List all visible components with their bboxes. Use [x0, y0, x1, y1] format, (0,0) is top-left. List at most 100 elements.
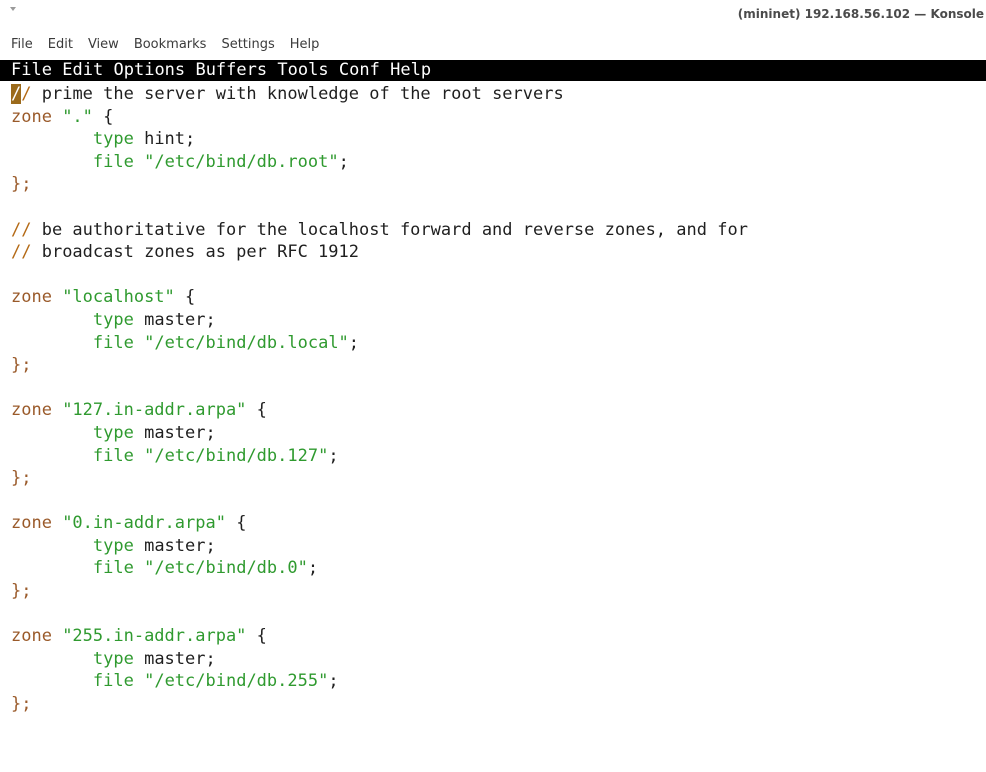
code-token: ; [348, 332, 360, 353]
code-token: ; [307, 558, 319, 579]
editor-line: zone "0.in-addr.arpa" { [11, 512, 748, 535]
code-token: { [246, 400, 267, 421]
code-token: "/etc/bind/db.0" [144, 558, 308, 579]
konsole-menu-settings[interactable]: Settings [221, 37, 274, 52]
konsole-menu-bookmarks[interactable]: Bookmarks [134, 37, 207, 52]
editor-line: zone "." { [11, 106, 748, 129]
konsole-menu-help[interactable]: Help [290, 37, 320, 52]
code-token: "." [62, 106, 93, 127]
editor-line: // prime the server with knowledge of th… [11, 83, 748, 106]
code-token: file [92, 332, 134, 353]
editor-line: // be authoritative for the localhost fo… [11, 219, 748, 242]
editor-line: type master; [11, 422, 748, 445]
editor-buffer[interactable]: // prime the server with knowledge of th… [11, 83, 748, 716]
code-token: // [11, 219, 32, 240]
editor-line: file "/etc/bind/db.127"; [11, 445, 748, 468]
editor-line: file "/etc/bind/db.root"; [11, 151, 748, 174]
code-token: "0.in-addr.arpa" [62, 513, 226, 534]
code-token: zone [11, 513, 63, 534]
code-token: type [92, 535, 134, 556]
code-token: "/etc/bind/db.127" [144, 445, 329, 466]
code-token: zone [11, 626, 63, 647]
window-menu-arrow-icon[interactable] [10, 7, 16, 11]
emacs-menu-help[interactable]: Help [390, 60, 431, 81]
konsole-menu-view[interactable]: View [88, 37, 119, 52]
code-token: { [225, 513, 247, 534]
code-token: { [92, 106, 114, 127]
emacs-menu-buffers[interactable]: Buffers [195, 60, 267, 81]
code-token: master; [133, 309, 216, 330]
emacs-menu-tools[interactable]: Tools [277, 60, 328, 81]
code-token: broadcast zones as per RFC 1912 [31, 242, 359, 263]
code-token: type [92, 422, 134, 443]
editor-line: // broadcast zones as per RFC 1912 [11, 241, 748, 264]
code-token: type [92, 648, 134, 669]
code-token: "/etc/bind/db.local" [144, 332, 349, 353]
code-token: "127.in-addr.arpa" [62, 400, 247, 421]
konsole-window: (mininet) 192.168.56.102 — Konsole File … [0, 0, 986, 772]
editor-line: type master; [11, 535, 748, 558]
editor-line: }; [11, 467, 748, 490]
konsole-menubar: File Edit View Bookmarks Settings Help [0, 29, 986, 59]
editor-line: zone "localhost" { [11, 286, 748, 309]
code-token: zone [11, 400, 63, 421]
text-cursor: / [11, 84, 22, 104]
code-token: file [92, 445, 134, 466]
code-token: zone [11, 106, 63, 127]
editor-line: type hint; [11, 128, 748, 151]
editor-line: }; [11, 580, 748, 603]
code-token: "/etc/bind/db.root" [144, 151, 339, 172]
editor-line: zone "255.in-addr.arpa" { [11, 625, 748, 648]
code-token: "/etc/bind/db.255" [144, 671, 329, 692]
code-token: file [92, 558, 134, 579]
konsole-menu-file[interactable]: File [11, 37, 33, 52]
editor-line: file "/etc/bind/db.255"; [11, 670, 748, 693]
editor-line: type master; [11, 309, 748, 332]
code-token: }; [11, 581, 32, 602]
emacs-menu-edit[interactable]: Edit [62, 60, 103, 81]
window-title: (mininet) 192.168.56.102 — Konsole [737, 7, 984, 21]
konsole-menu-edit[interactable]: Edit [48, 37, 73, 52]
code-token: }; [11, 355, 32, 376]
code-token: "255.in-addr.arpa" [62, 626, 247, 647]
editor-line: file "/etc/bind/db.0"; [11, 557, 748, 580]
code-token: master; [133, 422, 216, 443]
code-token: ; [338, 151, 349, 172]
editor-line: zone "127.in-addr.arpa" { [11, 399, 748, 422]
code-token: zone [11, 287, 63, 308]
code-token: be authoritative for the localhost forwa… [31, 219, 748, 240]
terminal-area[interactable]: File Edit Options Buffers Tools Conf Hel… [0, 60, 986, 772]
emacs-menubar: File Edit Options Buffers Tools Conf Hel… [0, 60, 986, 81]
emacs-menu-file[interactable]: File [11, 60, 52, 81]
title-bar[interactable]: (mininet) 192.168.56.102 — Konsole [0, 0, 986, 29]
code-token: }; [11, 694, 32, 715]
code-token: master; [133, 648, 216, 669]
editor-line: }; [11, 693, 748, 716]
code-token: ; [328, 445, 339, 466]
emacs-menu-conf[interactable]: Conf [339, 60, 380, 81]
code-token: prime the server with knowledge of the r… [31, 84, 564, 104]
code-token: // [11, 242, 32, 263]
code-token: { [174, 287, 196, 308]
code-token: / [21, 84, 32, 104]
editor-line: }; [11, 173, 748, 196]
code-token: ; [328, 671, 339, 692]
code-token: }; [11, 174, 32, 195]
editor-line: type master; [11, 648, 748, 671]
emacs-menu-options[interactable]: Options [114, 60, 186, 81]
